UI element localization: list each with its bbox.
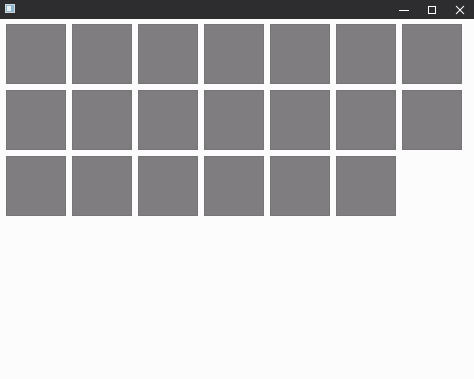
grid-tile[interactable]: [204, 24, 264, 84]
grid-tile[interactable]: [6, 24, 66, 84]
tile-grid: [6, 24, 462, 216]
grid-tile[interactable]: [138, 156, 198, 216]
grid-tile[interactable]: [6, 90, 66, 150]
close-icon: [455, 5, 465, 14]
grid-tile[interactable]: [336, 90, 396, 150]
grid-tile[interactable]: [72, 156, 132, 216]
title-bar[interactable]: [0, 0, 474, 19]
grid-tile[interactable]: [72, 24, 132, 84]
grid-tile[interactable]: [138, 90, 198, 150]
maximize-icon: [428, 5, 436, 14]
grid-tile[interactable]: [270, 156, 330, 216]
grid-tile[interactable]: [204, 90, 264, 150]
grid-tile[interactable]: [6, 156, 66, 216]
maximize-button[interactable]: [418, 0, 446, 19]
grid-tile[interactable]: [72, 90, 132, 150]
grid-tile[interactable]: [336, 156, 396, 216]
grid-tile[interactable]: [204, 156, 264, 216]
close-button[interactable]: [446, 0, 474, 19]
grid-tile[interactable]: [270, 90, 330, 150]
app-window-icon: [5, 4, 15, 13]
grid-tile[interactable]: [270, 24, 330, 84]
grid-tile[interactable]: [138, 24, 198, 84]
grid-tile[interactable]: [402, 24, 462, 84]
grid-tile[interactable]: [336, 24, 396, 84]
minimize-icon: [399, 9, 409, 11]
grid-tile[interactable]: [402, 90, 462, 150]
content-area: [0, 19, 474, 379]
app-window: [0, 0, 474, 379]
minimize-button[interactable]: [390, 0, 418, 19]
